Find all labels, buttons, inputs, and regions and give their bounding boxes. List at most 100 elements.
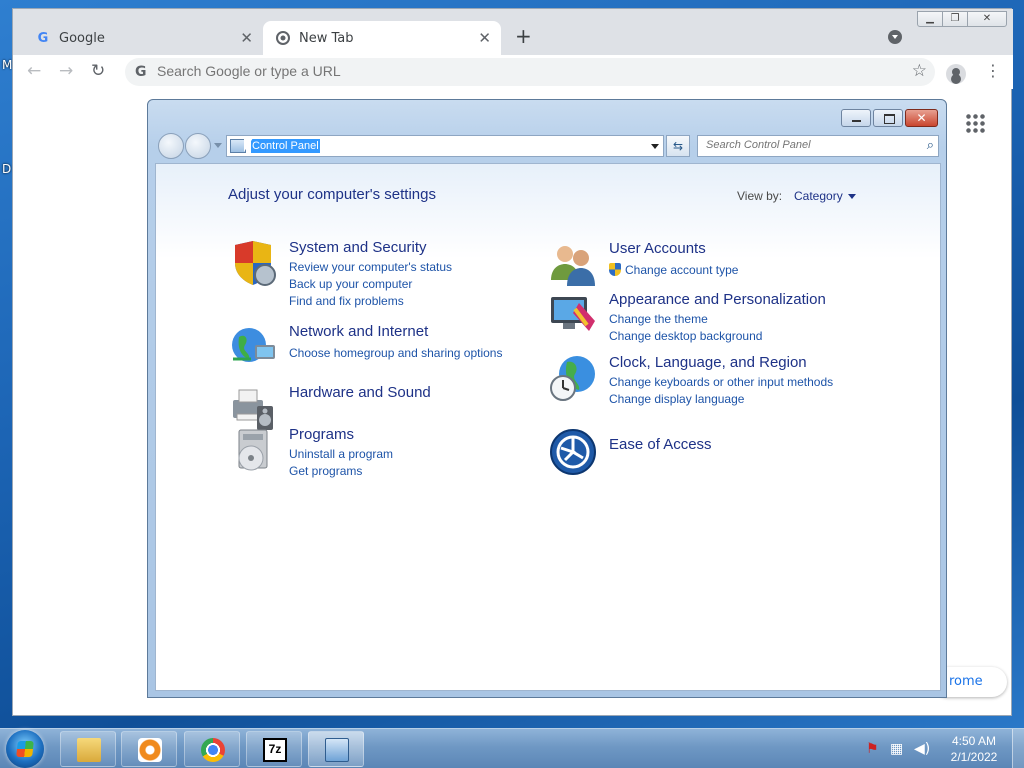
category-appearance-and-personalization: Appearance and Personalization Change th…: [549, 291, 869, 351]
back-arrow-icon[interactable]: ←: [27, 61, 41, 81]
users-icon: [551, 246, 595, 286]
cp-content-area: Adjust your computer's settings View by:…: [155, 163, 941, 691]
media-player-icon: [138, 738, 162, 762]
chrome-icon: [201, 738, 225, 762]
recent-pages-dropdown-icon[interactable]: [214, 143, 222, 148]
cp-search-box[interactable]: ⌕: [697, 135, 939, 157]
clock-globe-icon: [550, 356, 595, 401]
category-title-link[interactable]: Appearance and Personalization: [609, 291, 826, 308]
link-change-keyboards[interactable]: Change keyboards or other input methods: [609, 374, 833, 391]
link-get-programs[interactable]: Get programs: [289, 463, 393, 480]
desktop-icon-label-partial[interactable]: M: [2, 58, 12, 72]
category-title-link[interactable]: Hardware and Sound: [289, 384, 431, 401]
globe-network-icon: [232, 328, 275, 362]
link-uninstall-program[interactable]: Uninstall a program: [289, 446, 393, 463]
bookmark-star-icon[interactable]: ☆: [912, 61, 927, 81]
category-network-and-internet: Network and Internet Choose homegroup an…: [229, 323, 529, 373]
cp-forward-button[interactable]: [185, 133, 211, 159]
link-change-display-language[interactable]: Change display language: [609, 391, 833, 408]
mouse-cursor-icon: [243, 137, 254, 153]
google-g-icon: G: [135, 64, 147, 80]
close-icon[interactable]: ✕: [478, 30, 491, 46]
desktop-icon-label-partial[interactable]: D: [2, 162, 11, 176]
link-find-fix[interactable]: Find and fix problems: [289, 293, 452, 310]
new-tab-button[interactable]: +: [515, 26, 532, 46]
link-review-status[interactable]: Review your computer's status: [289, 259, 452, 276]
google-g-icon: G: [37, 30, 49, 46]
taskbar-7zip-button[interactable]: 7z: [246, 731, 302, 767]
taskbar-media-player-button[interactable]: [121, 731, 177, 767]
chrome-icon: [275, 30, 291, 46]
link-change-account-type[interactable]: Change account type: [609, 262, 738, 279]
reload-icon[interactable]: ↻: [91, 61, 105, 81]
action-center-flag-icon[interactable]: ⚑: [866, 741, 879, 757]
volume-icon[interactable]: ◀): [914, 741, 930, 757]
tab-search-button[interactable]: [888, 30, 902, 44]
link-change-desktop-background[interactable]: Change desktop background: [609, 328, 762, 345]
system-tray: ⚑ ▦ ◀) 4:50 AM 2/1/2022: [860, 729, 1024, 768]
uac-shield-icon: [609, 263, 621, 276]
category-user-accounts: User Accounts Change account type: [549, 240, 849, 290]
refresh-icon[interactable]: ⇆: [666, 135, 690, 157]
category-programs: Programs Uninstall a program Get program…: [229, 426, 509, 486]
windows-start-button[interactable]: [6, 730, 44, 768]
search-icon[interactable]: ⌕: [927, 138, 934, 153]
control-panel-icon: [325, 738, 349, 762]
network-icon[interactable]: ▦: [890, 741, 903, 757]
tab-label: New Tab: [299, 30, 354, 46]
link-change-theme[interactable]: Change the theme: [609, 311, 762, 328]
chevron-down-icon[interactable]: [651, 144, 659, 149]
omnibox[interactable]: G ☆: [125, 58, 935, 86]
chrome-minimize-button[interactable]: ▁: [917, 11, 943, 27]
profile-avatar-icon[interactable]: [946, 64, 966, 84]
category-ease-of-access: Ease of Access: [549, 428, 849, 478]
category-title-link[interactable]: User Accounts: [609, 240, 706, 257]
tab-new-tab[interactable]: New Tab ✕: [263, 21, 501, 55]
category-title-link[interactable]: Ease of Access: [609, 436, 712, 453]
chrome-tab-strip: G Google ✕ New Tab ✕ + ▁ ❐ ✕: [13, 9, 1013, 55]
category-title-link[interactable]: Network and Internet: [289, 323, 428, 340]
category-title-link[interactable]: Programs: [289, 426, 354, 443]
ease-of-access-icon: [550, 429, 596, 475]
tab-google[interactable]: G Google ✕: [23, 21, 263, 55]
view-by-dropdown[interactable]: Category: [794, 189, 856, 203]
view-by-label: View by:: [737, 189, 783, 203]
omnibox-input[interactable]: [157, 63, 857, 79]
control-panel-window: ✕ Control Panel ⇆ ⌕ Adjust your computer…: [147, 99, 947, 698]
cp-close-button[interactable]: ✕: [905, 109, 938, 127]
cp-maximize-button[interactable]: [873, 109, 903, 127]
show-desktop-button[interactable]: [1012, 729, 1024, 768]
address-text-selected[interactable]: Control Panel: [251, 139, 320, 153]
cp-back-button[interactable]: [158, 133, 184, 159]
cp-search-input[interactable]: [706, 139, 906, 151]
link-back-up[interactable]: Back up your computer: [289, 276, 452, 293]
taskbar-chrome-button[interactable]: [184, 731, 240, 767]
folder-icon: [77, 738, 101, 762]
seven-zip-icon: 7z: [263, 738, 287, 762]
category-clock-language-region: Clock, Language, and Region Change keybo…: [549, 354, 879, 414]
taskbar-explorer-button[interactable]: [60, 731, 116, 767]
chrome-maximize-button[interactable]: ❐: [942, 11, 968, 27]
cp-address-bar[interactable]: Control Panel: [226, 135, 664, 157]
chrome-close-button[interactable]: ✕: [967, 11, 1007, 27]
google-apps-grid-icon[interactable]: [965, 113, 985, 133]
kebab-menu-icon[interactable]: ⋮: [985, 63, 1001, 79]
tab-label: Google: [59, 30, 105, 46]
category-system-and-security: System and Security Review your computer…: [229, 239, 509, 309]
link-homegroup[interactable]: Choose homegroup and sharing options: [289, 345, 502, 362]
forward-arrow-icon[interactable]: →: [59, 61, 73, 81]
close-icon[interactable]: ✕: [240, 30, 253, 46]
taskbar: 7z ⚑ ▦ ◀) 4:50 AM 2/1/2022: [0, 728, 1024, 768]
clock-date[interactable]: 2/1/2022: [944, 750, 1004, 764]
category-title-link[interactable]: System and Security: [289, 239, 427, 256]
taskbar-control-panel-button[interactable]: [308, 731, 364, 767]
page-title: Adjust your computer's settings: [228, 186, 436, 203]
category-title-link[interactable]: Clock, Language, and Region: [609, 354, 807, 371]
clock-time[interactable]: 4:50 AM: [944, 734, 1004, 748]
chrome-toolbar: ← → ↻ G ☆ ⋮: [13, 55, 1013, 89]
shield-icon: [235, 241, 276, 286]
programs-disc-icon: [238, 429, 268, 471]
monitor-paint-icon: [551, 297, 595, 331]
printer-speaker-icon: [233, 389, 273, 430]
cp-minimize-button[interactable]: [841, 109, 871, 127]
